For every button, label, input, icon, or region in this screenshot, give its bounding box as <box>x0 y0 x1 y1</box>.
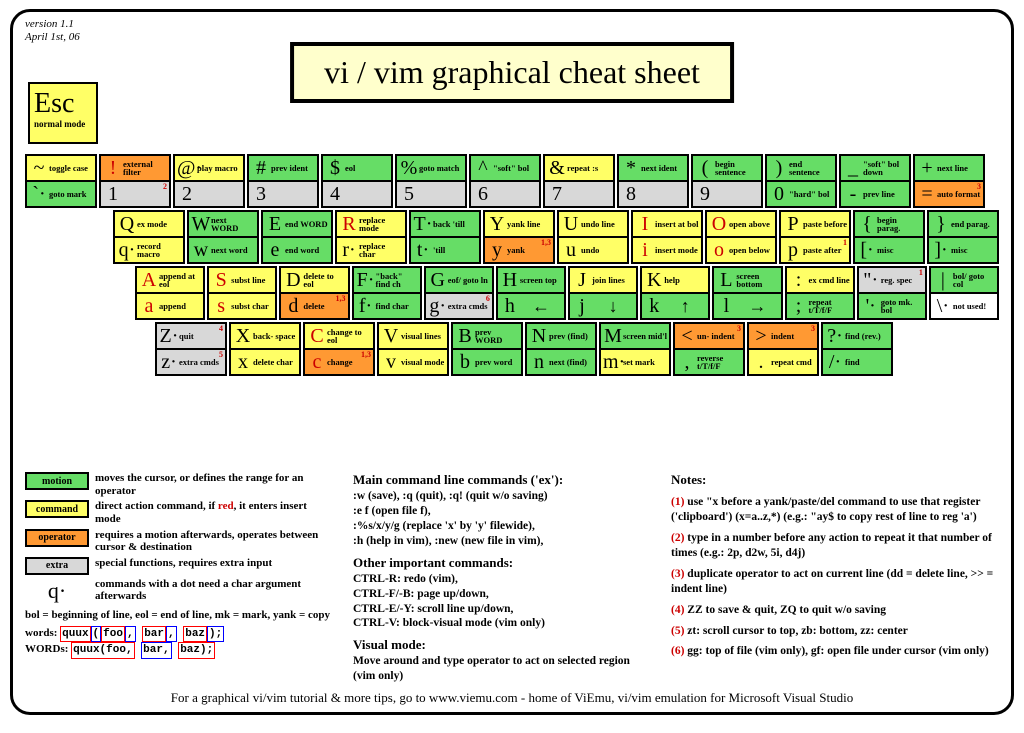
key: Rreplace moder·replace char <box>335 210 407 264</box>
esc-key: Esc normal mode <box>28 82 98 144</box>
key: T·back 'tillt·'till <box>409 210 481 264</box>
page-title: vi / vim graphical cheat sheet <box>290 42 734 103</box>
key: Yyank lineyyank1,3 <box>483 210 555 264</box>
key: Oopen aboveoopen below <box>705 210 777 264</box>
key: Khelpk↑ <box>640 266 710 320</box>
key: Qex modeq·record macro <box>113 210 185 264</box>
key: Uundo lineuundo <box>557 210 629 264</box>
key: Z·quit4z·extra cmds5 <box>155 322 227 376</box>
footer: For a graphical vi/vim tutorial & more t… <box>13 690 1011 706</box>
key: Eend WORDeend word <box>261 210 333 264</box>
key: Hscreen toph← <box>496 266 566 320</box>
key: Ppaste beforeppaste after1 <box>779 210 851 264</box>
key: @·play macro2 <box>173 154 245 208</box>
bottom-section: motionmoves the cursor, or defines the r… <box>25 472 999 690</box>
key: Wnext WORDwnext word <box>187 210 259 264</box>
key: <un- indent3,reverse t/T/f/F <box>673 322 745 376</box>
key: !external filter12 <box>99 154 171 208</box>
key: ~toggle case`·goto mark <box>25 154 97 208</box>
key: Aappend at eolaappend <box>135 266 205 320</box>
key: "·reg. spec1'·goto mk. bol <box>857 266 927 320</box>
version-info: version 1.1April 1st, 06 <box>25 18 80 44</box>
key: &repeat :s7 <box>543 154 615 208</box>
key: ?·find (rev.)/·find <box>821 322 893 376</box>
key: +next line=auto format3 <box>913 154 985 208</box>
key: Mscreen mid'lm·set mark <box>599 322 671 376</box>
key: )end sentence0"hard" bol <box>765 154 837 208</box>
key: >indent3.repeat cmd <box>747 322 819 376</box>
notes-column: Notes:(1) use "x before a yank/paste/del… <box>671 472 999 690</box>
key: #prev ident3 <box>247 154 319 208</box>
key: |bol/ goto col\·not used! <box>929 266 999 320</box>
key: Geof/ goto lng·extra cmds6 <box>424 266 494 320</box>
key: {begin parag.[·misc <box>853 210 925 264</box>
keyboard: ~toggle case`·goto mark!external filter1… <box>25 154 999 378</box>
key: Nprev (find)nnext (find) <box>525 322 597 376</box>
key: Bprev WORDbprev word <box>451 322 523 376</box>
cheat-sheet-page: version 1.1April 1st, 06 vi / vim graphi… <box>10 9 1014 715</box>
key: Ddelete to eolddelete1,3 <box>279 266 349 320</box>
key: Jjoin linesj↓ <box>568 266 638 320</box>
key: %goto match5 <box>395 154 467 208</box>
key: _"soft" bol down-prev line <box>839 154 911 208</box>
key: :ex cmd line;repeat t/T/f/F <box>785 266 855 320</box>
key: F·"back" find chf·find char <box>352 266 422 320</box>
key: Iinsert at boliinsert mode <box>631 210 703 264</box>
key: }end parag.]·misc <box>927 210 999 264</box>
key: Cchange to eolcchange1,3 <box>303 322 375 376</box>
key: $eol4 <box>321 154 393 208</box>
key: Ssubst linessubst char <box>207 266 277 320</box>
key: Xback- spacexdelete char <box>229 322 301 376</box>
key: Vvisual linesvvisual mode <box>377 322 449 376</box>
key: ^"soft" bol6 <box>469 154 541 208</box>
commands-column: Main command line commands ('ex')::w (sa… <box>353 472 653 690</box>
legend-column: motionmoves the cursor, or defines the r… <box>25 472 335 690</box>
key: Lscreen bottoml→ <box>712 266 782 320</box>
key: *next ident8 <box>617 154 689 208</box>
key: (begin sentence9 <box>691 154 763 208</box>
